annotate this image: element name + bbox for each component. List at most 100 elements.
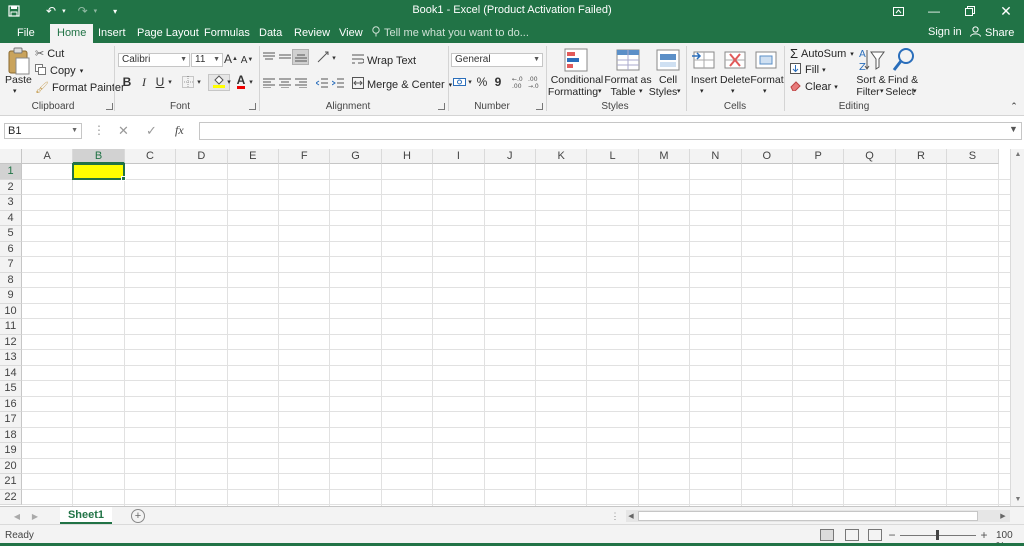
column-header-p[interactable]: P: [793, 149, 845, 164]
row-header-10[interactable]: 10: [0, 303, 22, 319]
delete-cells-button[interactable]: Delete: [720, 74, 750, 86]
clear-dropdown-icon[interactable]: ▾: [834, 83, 838, 91]
merge-center-button[interactable]: Merge & Center ▾: [352, 77, 452, 92]
wrap-text-button[interactable]: Wrap Text: [352, 53, 416, 68]
increase-decimal-icon[interactable]: ←.0.00: [512, 75, 526, 89]
ribbon-display-options-icon[interactable]: [880, 0, 916, 22]
cell-styles-icon[interactable]: [654, 46, 682, 74]
format-cells-button[interactable]: Format: [750, 74, 784, 86]
vertical-scrollbar[interactable]: ▲ ▼: [1010, 149, 1024, 506]
conditional-formatting-label-2[interactable]: Formatting: [547, 86, 599, 98]
percent-style-button[interactable]: %: [476, 75, 488, 89]
decrease-decimal-icon[interactable]: .00 →.0: [528, 75, 542, 89]
accounting-format-icon[interactable]: [452, 76, 466, 88]
column-header-c[interactable]: C: [124, 149, 177, 164]
row-header-19[interactable]: 19: [0, 443, 22, 459]
add-sheet-icon[interactable]: +: [131, 509, 145, 523]
tab-splitter-icon[interactable]: ⋮: [611, 510, 620, 522]
normal-view-icon[interactable]: [820, 529, 834, 541]
increase-font-size-icon[interactable]: A ▲: [224, 52, 238, 66]
borders-icon[interactable]: [181, 76, 194, 88]
name-box[interactable]: B1 ▼: [4, 123, 82, 139]
middle-align-icon[interactable]: [278, 51, 292, 63]
conditional-formatting-label-1[interactable]: Conditional: [549, 74, 605, 86]
row-header-18[interactable]: 18: [0, 427, 22, 443]
tab-review[interactable]: Review: [287, 24, 337, 43]
clear-button[interactable]: Clear ▾: [790, 80, 838, 94]
tab-file[interactable]: File: [10, 24, 42, 43]
orientation-icon[interactable]: [316, 51, 330, 63]
column-header-h[interactable]: H: [381, 149, 434, 164]
row-header-7[interactable]: 7: [0, 257, 22, 273]
selected-cell[interactable]: [72, 163, 125, 180]
underline-dropdown-icon[interactable]: ▾: [166, 75, 174, 89]
decrease-indent-icon[interactable]: [315, 77, 329, 89]
find-select-icon[interactable]: [890, 46, 918, 74]
horizontal-scrollbar[interactable]: ◀ ▶: [626, 510, 1010, 522]
number-launcher-icon[interactable]: [536, 103, 543, 110]
column-header-a[interactable]: A: [22, 149, 74, 164]
align-right-icon[interactable]: [294, 77, 308, 89]
row-header-14[interactable]: 14: [0, 365, 22, 381]
restore-icon[interactable]: [952, 0, 988, 22]
row-header-2[interactable]: 2: [0, 179, 22, 195]
formula-input[interactable]: [199, 122, 1022, 140]
column-header-k[interactable]: K: [536, 149, 588, 164]
paste-button[interactable]: Paste: [5, 74, 32, 86]
zoom-slider-thumb[interactable]: [936, 530, 939, 540]
sort-filter-dropdown-icon[interactable]: ▾: [880, 86, 884, 98]
fill-handle[interactable]: [120, 175, 126, 181]
delete-cells-icon[interactable]: [721, 46, 749, 74]
clipboard-launcher-icon[interactable]: [106, 103, 113, 110]
close-icon[interactable]: ✕: [988, 0, 1024, 22]
increase-indent-icon[interactable]: [331, 77, 345, 89]
number-format-dropdown[interactable]: General ▼: [451, 53, 543, 67]
font-size-dropdown[interactable]: 11 ▼: [191, 53, 223, 67]
enter-entry-icon[interactable]: ✓: [146, 123, 157, 139]
row-header-3[interactable]: 3: [0, 195, 22, 211]
column-header-d[interactable]: D: [176, 149, 228, 164]
copy-dropdown-icon[interactable]: ▾: [80, 67, 84, 75]
column-header-s[interactable]: S: [947, 149, 999, 164]
row-header-6[interactable]: 6: [0, 241, 22, 257]
tab-insert[interactable]: Insert: [91, 24, 133, 43]
minimize-icon[interactable]: —: [916, 0, 952, 22]
scroll-left-icon[interactable]: ◀: [626, 510, 636, 522]
find-select-dropdown-icon[interactable]: ▾: [913, 86, 917, 98]
copy-button[interactable]: Copy ▾: [35, 64, 83, 78]
scroll-down-icon[interactable]: ▼: [1011, 494, 1024, 506]
row-header-15[interactable]: 15: [0, 381, 22, 397]
sheet-tab[interactable]: Sheet1: [60, 507, 112, 524]
format-cells-dropdown-icon[interactable]: ▾: [763, 86, 767, 98]
autosum-dropdown-icon[interactable]: ▾: [850, 50, 854, 58]
bold-button[interactable]: B: [120, 75, 134, 89]
zoom-out-icon[interactable]: −: [888, 528, 896, 542]
bottom-align-icon[interactable]: [292, 49, 309, 65]
cut-button[interactable]: ✂ Cut: [35, 47, 64, 61]
format-as-table-icon[interactable]: [614, 46, 642, 74]
row-header-5[interactable]: 5: [0, 226, 22, 242]
column-header-j[interactable]: J: [484, 149, 536, 164]
cancel-entry-icon[interactable]: ✕: [118, 123, 129, 139]
row-header-4[interactable]: 4: [0, 210, 22, 226]
font-color-button[interactable]: A: [234, 74, 248, 90]
tab-data[interactable]: Data: [252, 24, 289, 43]
comma-style-button[interactable]: 9: [493, 75, 503, 89]
cell-styles-label-2[interactable]: Styles: [648, 86, 678, 98]
top-align-icon[interactable]: [262, 51, 276, 63]
alignment-launcher-icon[interactable]: [438, 103, 445, 110]
insert-function-button[interactable]: fx: [175, 123, 184, 139]
row-header-16[interactable]: 16: [0, 396, 22, 412]
scroll-right-icon[interactable]: ▶: [998, 510, 1008, 522]
decrease-font-size-icon[interactable]: A ▼: [241, 53, 254, 67]
insert-cells-dropdown-icon[interactable]: ▾: [700, 86, 704, 98]
column-header-m[interactable]: M: [638, 149, 691, 164]
row-header-12[interactable]: 12: [0, 334, 22, 350]
page-layout-view-icon[interactable]: [845, 529, 859, 541]
cell-styles-dropdown-icon[interactable]: ▾: [677, 86, 681, 98]
sort-filter-label-1[interactable]: Sort &: [854, 74, 888, 86]
sign-in-link[interactable]: Sign in: [928, 26, 962, 38]
paste-icon[interactable]: [7, 46, 35, 75]
underline-button[interactable]: U: [153, 75, 167, 89]
scroll-up-icon[interactable]: ▲: [1011, 149, 1024, 161]
